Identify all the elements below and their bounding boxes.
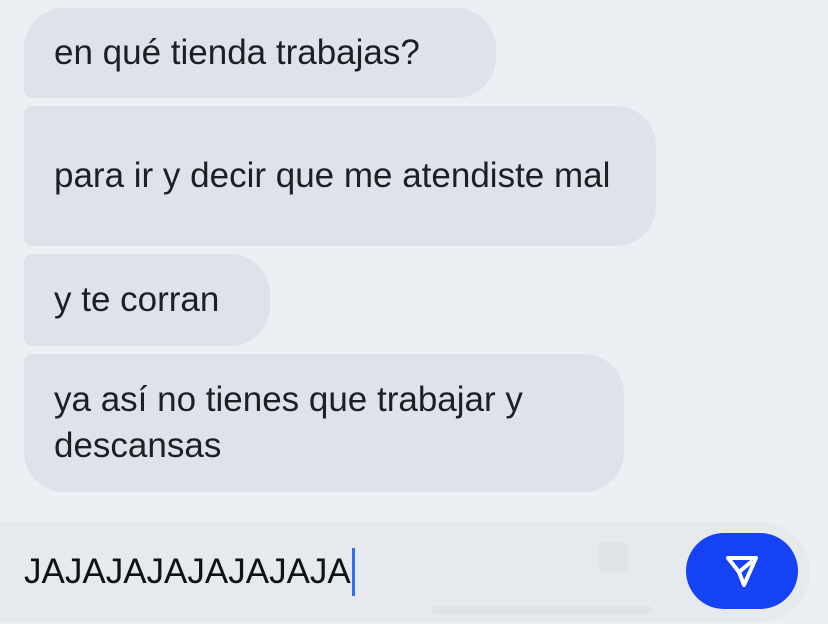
message-bubble: en qué tienda trabajas? <box>24 8 496 98</box>
faded-icon <box>598 542 628 572</box>
faded-bar <box>432 606 652 614</box>
message-text: y te corran <box>54 280 220 319</box>
message-text: en qué tienda trabajas? <box>54 33 420 72</box>
message-bubble: para ir y decir que me atendiste mal <box>24 106 656 246</box>
message-bubble: y te corran <box>24 254 270 346</box>
message-text: para ir y decir que me atendiste mal <box>54 156 611 195</box>
message-bubble: ya así no tienes que trabajar y descansa… <box>24 354 624 492</box>
message-thread: en qué tienda trabajas? para ir y decir … <box>0 0 828 520</box>
message-input[interactable]: JAJAJAJAJAJAJAJA <box>24 548 355 596</box>
text-caret <box>351 548 355 596</box>
send-button[interactable] <box>686 533 798 609</box>
message-composer: JAJAJAJAJAJAJAJA <box>0 522 810 622</box>
message-input-value: JAJAJAJAJAJAJAJA <box>24 552 351 591</box>
send-arrow-icon <box>726 556 758 587</box>
message-text: ya así no tienes que trabajar y descansa… <box>54 380 523 465</box>
